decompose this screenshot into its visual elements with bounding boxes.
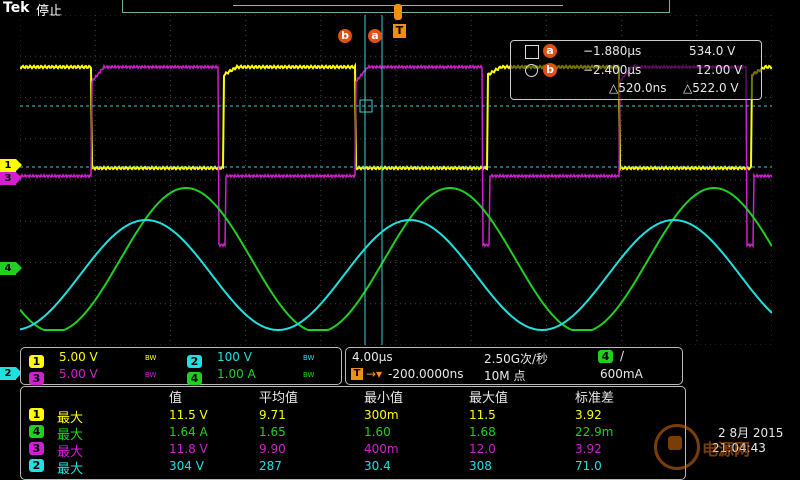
- measurement-row[interactable]: 3 最大 11.8 V 9.90 400m 12.0 3.92: [21, 441, 681, 460]
- ch4-ground-marker[interactable]: 4: [0, 262, 22, 275]
- trigger-arrow-icon: [394, 4, 402, 20]
- ch3-marker-label: 3: [4, 173, 12, 184]
- header-mean: 平均值: [259, 391, 299, 406]
- measurement-cell: 1.68: [469, 425, 496, 439]
- ch4-setting[interactable]: 4 1.00 A BW: [187, 367, 337, 385]
- timebase-panel[interactable]: 4.00µs 2.50G次/秒 4 / T →▾ -200.0000ns 10M…: [345, 347, 683, 385]
- trigger-offset-icon: T: [351, 368, 363, 380]
- measurement-row[interactable]: 2 最大 304 V 287 30.4 308 71.0: [21, 458, 681, 477]
- record-length: 10M 点: [484, 369, 526, 383]
- brand-label: Tek: [3, 0, 30, 16]
- measurement-cell: 11.5: [469, 408, 496, 422]
- timebase-scale: 4.00µs: [352, 350, 393, 364]
- cursor-delta-value: △522.0 V: [683, 81, 739, 95]
- measurement-cell: 300m: [364, 408, 399, 422]
- ch4-bw: BW: [303, 371, 315, 379]
- measurement-cell: 22.9m: [575, 425, 614, 439]
- ch2-bw: BW: [303, 354, 315, 362]
- trigger-position-marker[interactable]: T: [393, 24, 406, 38]
- measurement-cell: 11.8 V: [169, 442, 208, 456]
- sample-rate: 2.50G次/秒: [484, 352, 549, 366]
- cursor-a-badge: a: [543, 44, 557, 58]
- measurement-channel-badge: 1: [29, 408, 44, 421]
- measurement-cell: 12.0: [469, 442, 496, 456]
- measurement-cell: 11.5 V: [169, 408, 208, 422]
- measurement-channel-badge: 2: [29, 459, 44, 472]
- measurement-cell: 30.4: [364, 459, 391, 473]
- cursor-b-time: −2.400µs: [583, 63, 642, 77]
- measurement-cell: 304 V: [169, 459, 204, 473]
- measurement-cell: 3.92: [575, 408, 602, 422]
- header-max: 最大值: [469, 391, 509, 406]
- cursor-b-badge: b: [543, 63, 557, 77]
- ch4-marker-label: 4: [4, 263, 12, 274]
- trigger-position: -200.0000ns: [388, 367, 464, 381]
- ch4-waveform: [20, 187, 772, 331]
- header-stddev: 标准差: [575, 391, 615, 406]
- square-icon: [525, 45, 539, 59]
- trigger-arrow: →▾: [366, 367, 383, 381]
- measurement-row[interactable]: 1 最大 11.5 V 9.71 300m 11.5 3.92: [21, 407, 681, 426]
- ch2-marker-label: 2: [4, 368, 12, 379]
- cursor-a-marker[interactable]: a: [368, 24, 382, 43]
- cursor-a-time: −1.880µs: [583, 44, 642, 58]
- ch1-setting[interactable]: 1 5.00 V BW: [29, 350, 179, 368]
- ch2-setting[interactable]: 2 100 V BW: [187, 350, 337, 368]
- circle-icon: [525, 64, 538, 77]
- trigger-channel-badge: 4: [598, 350, 613, 363]
- header-min: 最小值: [364, 391, 404, 406]
- cursor-b-marker[interactable]: b: [338, 24, 352, 43]
- measurement-cell: 308: [469, 459, 492, 473]
- ch4-badge: 4: [187, 372, 202, 385]
- measurement-type: 最大: [57, 462, 84, 477]
- measurement-cell: 287: [259, 459, 282, 473]
- measurement-row[interactable]: 4 最大 1.64 A 1.65 1.60 1.68 22.9m: [21, 424, 681, 443]
- watermark-logo: 电源网: [650, 418, 800, 478]
- trigger-level: 600mA: [600, 367, 643, 381]
- measurements-panel: 值 平均值 最小值 最大值 标准差 1 最大 11.5 V 9.71 300m 11.5 3…: [20, 386, 686, 480]
- measurement-cell: 3.92: [575, 442, 602, 456]
- measurement-cell: 9.71: [259, 408, 286, 422]
- ch1-bw: BW: [145, 354, 157, 362]
- measurement-cell: 9.90: [259, 442, 286, 456]
- measurement-cell: 400m: [364, 442, 399, 456]
- ch3-badge: 3: [29, 372, 44, 385]
- trigger-marker-label: T: [395, 24, 404, 37]
- ch3-bw: BW: [145, 371, 157, 379]
- measurement-cell: 71.0: [575, 459, 602, 473]
- ch4-scale: 1.00 A: [217, 367, 256, 381]
- measurement-channel-badge: 3: [29, 442, 44, 455]
- trigger-slope-icon: /: [620, 349, 625, 363]
- ch3-scale: 5.00 V: [59, 367, 98, 381]
- cursor-a-marker-label: a: [368, 29, 382, 43]
- cursor-a-value: 534.0 V: [689, 44, 736, 58]
- cursor-b-value: 12.00 V: [696, 63, 743, 77]
- ch1-ground-marker[interactable]: 1: [0, 159, 22, 172]
- cursor-b-marker-label: b: [338, 29, 352, 43]
- measurement-channel-badge: 4: [29, 425, 44, 438]
- header-value: 值: [169, 391, 183, 406]
- cursor-delta-time: △520.0ns: [609, 81, 667, 95]
- measurement-cell: 1.65: [259, 425, 286, 439]
- ch3-setting[interactable]: 3 5.00 V BW: [29, 367, 179, 385]
- measurement-cell: 1.64 A: [169, 425, 208, 439]
- ch2-scale: 100 V: [217, 350, 252, 364]
- watermark-text: 电源网: [702, 440, 751, 459]
- measurement-cell: 1.60: [364, 425, 391, 439]
- channel-settings-panel: 1 5.00 V BW 3 5.00 V BW 2 100 V BW 4 1.0…: [20, 347, 342, 385]
- ch2-ground-marker[interactable]: 2: [0, 367, 22, 380]
- ch1-marker-label: 1: [4, 160, 12, 171]
- cursor-readout: a −1.880µs 534.0 V b −2.400µs 12.00 V △5…: [510, 40, 762, 100]
- ch1-scale: 5.00 V: [59, 350, 98, 364]
- ch3-ground-marker[interactable]: 3: [0, 172, 22, 185]
